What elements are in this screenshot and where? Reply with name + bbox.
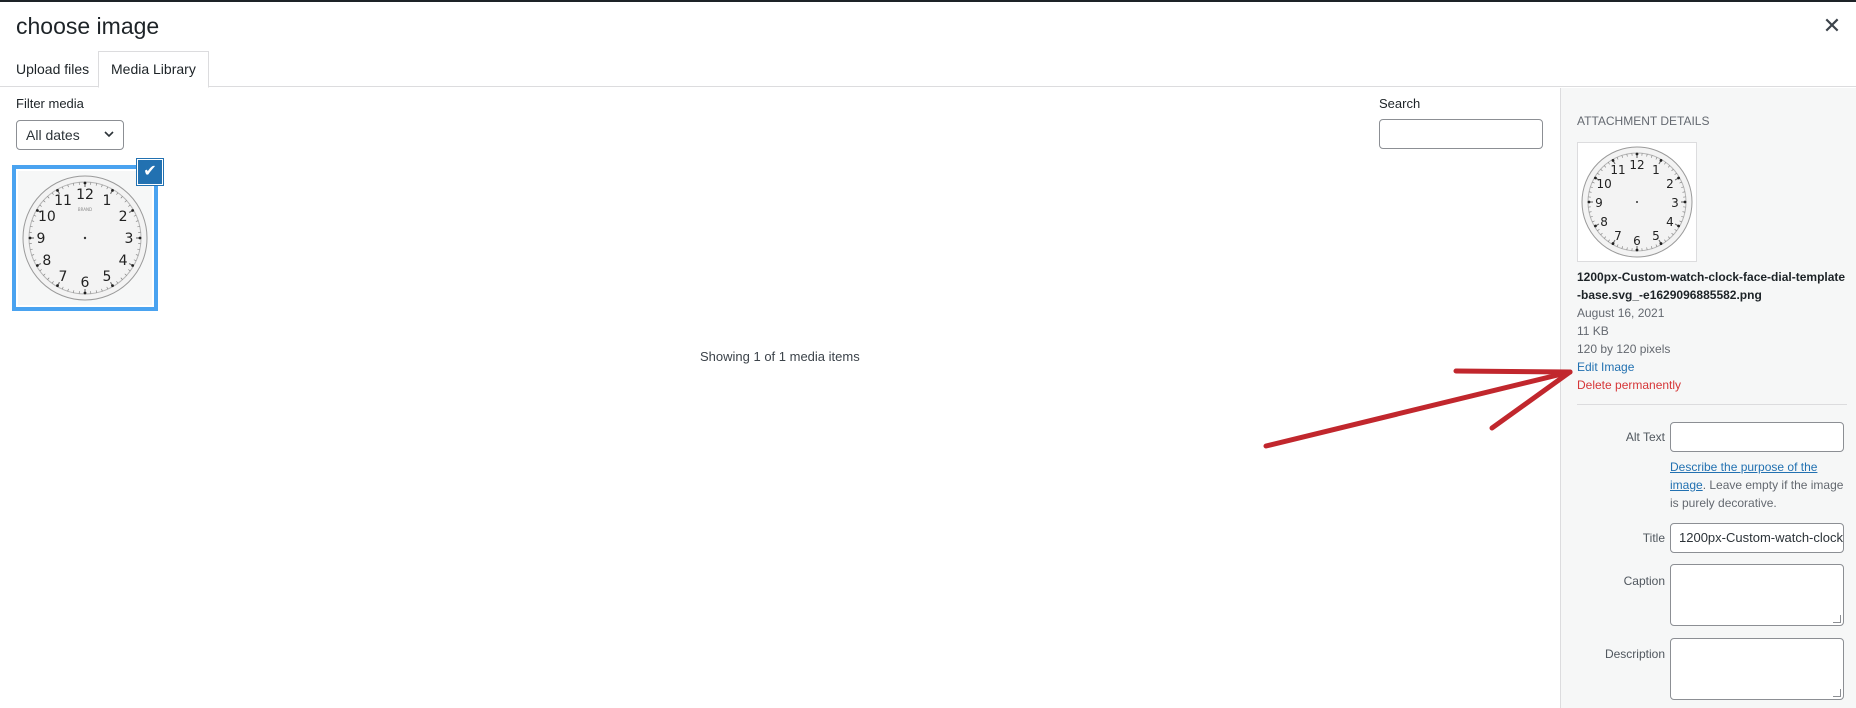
date-filter-select[interactable]: All dates xyxy=(16,120,124,150)
clock-number: 12 xyxy=(1629,158,1644,172)
clock-number: 4 xyxy=(1666,215,1674,229)
tab-media-library[interactable]: Media Library xyxy=(98,51,209,88)
delete-permanently-link[interactable]: Delete permanently xyxy=(1577,378,1681,392)
clock-number: 10 xyxy=(1596,177,1611,191)
search-label: Search xyxy=(1379,96,1421,111)
clock-number: 2 xyxy=(119,209,128,225)
date-filter-value: All dates xyxy=(26,127,80,143)
description-label: Description xyxy=(1604,647,1665,661)
filter-media-label: Filter media xyxy=(16,96,84,111)
clock-number: 11 xyxy=(54,193,72,209)
title-input[interactable]: 1200px-Custom-watch-clock-face-dial-temp… xyxy=(1670,523,1844,553)
alt-text-label: Alt Text xyxy=(1625,430,1665,444)
clock-number: 7 xyxy=(1614,229,1622,243)
clock-number: 5 xyxy=(103,269,112,285)
clock-face-thumbnail: 12 1 2 3 4 5 6 7 8 9 10 11 BRAND xyxy=(18,171,152,305)
alt-text-help: Describe the purpose of the image. Leave… xyxy=(1670,458,1850,512)
description-textarea[interactable] xyxy=(1670,638,1844,700)
alt-text-input[interactable] xyxy=(1670,422,1844,452)
search-input[interactable] xyxy=(1379,119,1543,149)
clock-number: 9 xyxy=(37,231,46,247)
clock-number: 3 xyxy=(125,231,134,247)
media-item-clock-face[interactable]: 12 1 2 3 4 5 6 7 8 9 10 11 BRAND xyxy=(12,165,158,311)
clock-number: 8 xyxy=(1600,215,1608,229)
modal-top-border xyxy=(0,0,1856,2)
clock-number: 5 xyxy=(1652,229,1660,243)
clock-number: 4 xyxy=(119,253,128,269)
caption-textarea[interactable] xyxy=(1670,564,1844,626)
details-divider xyxy=(1577,404,1847,405)
resize-handle-icon[interactable] xyxy=(1833,615,1841,623)
clock-number: 3 xyxy=(1671,196,1679,210)
media-count-text: Showing 1 of 1 media items xyxy=(700,349,860,364)
caption-label: Caption xyxy=(1623,574,1665,588)
modal-title: choose image xyxy=(16,13,160,39)
attachment-preview-image: 12 1 2 3 4 5 6 7 8 9 10 11 xyxy=(1577,142,1697,262)
tab-bar: Upload files Media Library xyxy=(0,51,1856,88)
clock-number: 7 xyxy=(59,269,68,285)
clock-number: 12 xyxy=(76,187,94,203)
attachment-dimensions: 120 by 120 pixels xyxy=(1577,342,1671,356)
edit-image-link[interactable]: Edit Image xyxy=(1577,360,1634,374)
attachment-details-panel: ATTACHMENT DETAILS 12 1 2 3 4 5 6 7 8 9 10 11 1200p… xyxy=(1560,88,1856,708)
selected-check-icon[interactable]: ✔ xyxy=(137,159,163,185)
clock-number: 2 xyxy=(1666,177,1674,191)
clock-number: 6 xyxy=(81,275,90,291)
attachment-details-heading: ATTACHMENT DETAILS xyxy=(1577,114,1710,128)
clock-brand-text: BRAND xyxy=(78,207,92,212)
clock-number: 10 xyxy=(38,209,56,225)
attachment-date: August 16, 2021 xyxy=(1577,306,1665,320)
chevron-down-icon xyxy=(103,121,115,159)
close-icon[interactable]: ✕ xyxy=(1820,14,1844,38)
clock-number: 1 xyxy=(103,193,112,209)
annotation-arrow-icon xyxy=(1263,368,1573,449)
title-label: Title xyxy=(1642,531,1665,545)
clock-number: 1 xyxy=(1652,163,1660,177)
clock-number: 11 xyxy=(1610,163,1625,177)
clock-number: 6 xyxy=(1633,234,1641,248)
attachment-filename: 1200px-Custom-watch-clock-face-dial-temp… xyxy=(1577,270,1846,302)
resize-handle-icon[interactable] xyxy=(1833,689,1841,697)
clock-number: 9 xyxy=(1595,196,1603,210)
clock-number: 8 xyxy=(42,253,51,269)
tab-upload-files[interactable]: Upload files xyxy=(4,51,101,87)
attachment-filesize: 11 KB xyxy=(1577,324,1609,338)
